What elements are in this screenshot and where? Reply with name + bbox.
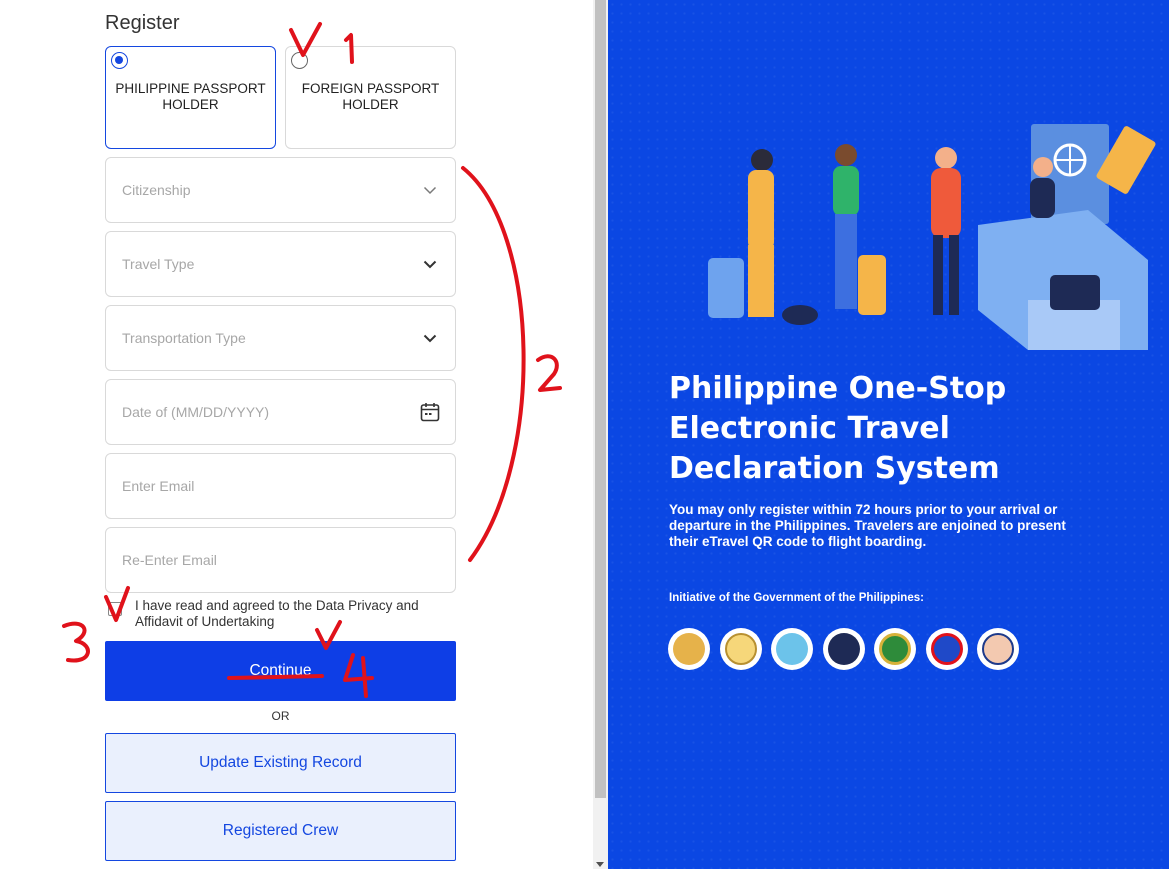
citizenship-placeholder: Citizenship (122, 182, 191, 198)
digit-3-annotation (62, 621, 90, 663)
radio-unselected-icon[interactable] (291, 52, 308, 69)
reenter-email-field[interactable]: Re-Enter Email (105, 527, 456, 593)
government-seal-icon (668, 628, 710, 670)
date-placeholder: Date of (MM/DD/YYYY) (122, 404, 270, 420)
update-record-label: Update Existing Record (199, 754, 362, 771)
hero-title: Philippine One-Stop Electronic Travel De… (669, 371, 1007, 486)
chevron-down-icon (419, 253, 441, 275)
scrollbar[interactable] (593, 0, 608, 869)
travel-type-placeholder: Travel Type (122, 256, 195, 272)
government-seal-icon (822, 628, 865, 670)
transportation-type-placeholder: Transportation Type (122, 330, 246, 346)
register-form: Register PHILIPPINE PASSPORT HOLDER FORE… (0, 0, 593, 869)
calendar-icon[interactable] (419, 401, 441, 423)
foreign-passport-option[interactable]: FOREIGN PASSPORT HOLDER (285, 46, 456, 149)
government-seal-icon (977, 628, 1019, 670)
government-seal-icon (874, 628, 916, 670)
email-placeholder: Enter Email (122, 478, 195, 494)
or-divider: OR (271, 709, 290, 723)
email-field[interactable]: Enter Email (105, 453, 456, 519)
scrollbar-thumb[interactable] (595, 0, 606, 798)
travel-type-select[interactable]: Travel Type (105, 231, 456, 297)
reenter-email-placeholder: Re-Enter Email (122, 552, 217, 568)
philippine-passport-option[interactable]: PHILIPPINE PASSPORT HOLDER (105, 46, 276, 149)
registered-crew-label: Registered Crew (222, 822, 339, 839)
digit-2-annotation (536, 354, 562, 392)
chevron-down-icon (419, 327, 441, 349)
chevron-down-icon (419, 179, 441, 201)
travelers-illustration (708, 124, 1156, 350)
citizenship-select[interactable]: Citizenship (105, 157, 456, 223)
philippine-passport-label: PHILIPPINE PASSPORT HOLDER (115, 81, 266, 112)
government-seal-icon (925, 628, 968, 670)
continue-label: Continue (249, 662, 312, 679)
government-seal-icon (771, 628, 813, 670)
government-seal-icon (719, 628, 762, 670)
transportation-type-select[interactable]: Transportation Type (105, 305, 456, 371)
date-input[interactable]: Date of (MM/DD/YYYY) (105, 379, 456, 445)
initiative-label: Initiative of the Government of the Phil… (669, 592, 924, 604)
info-panel: Philippine One-Stop Electronic Travel De… (608, 0, 1169, 869)
continue-button[interactable]: Continue (105, 641, 456, 701)
registered-crew-button[interactable]: Registered Crew (105, 801, 456, 861)
form-title: Register (105, 12, 180, 34)
foreign-passport-label: FOREIGN PASSPORT HOLDER (301, 81, 440, 112)
agreement-checkbox[interactable] (108, 602, 122, 616)
bracket-annotation (461, 166, 526, 562)
hero-description: You may only register within 72 hours pr… (669, 502, 1066, 549)
update-existing-record-button[interactable]: Update Existing Record (105, 733, 456, 793)
radio-selected-icon[interactable] (111, 52, 128, 69)
agreement-text: I have read and agreed to the Data Priva… (135, 598, 419, 629)
scroll-down-arrow-icon[interactable] (596, 862, 604, 867)
government-seals (668, 628, 1019, 670)
